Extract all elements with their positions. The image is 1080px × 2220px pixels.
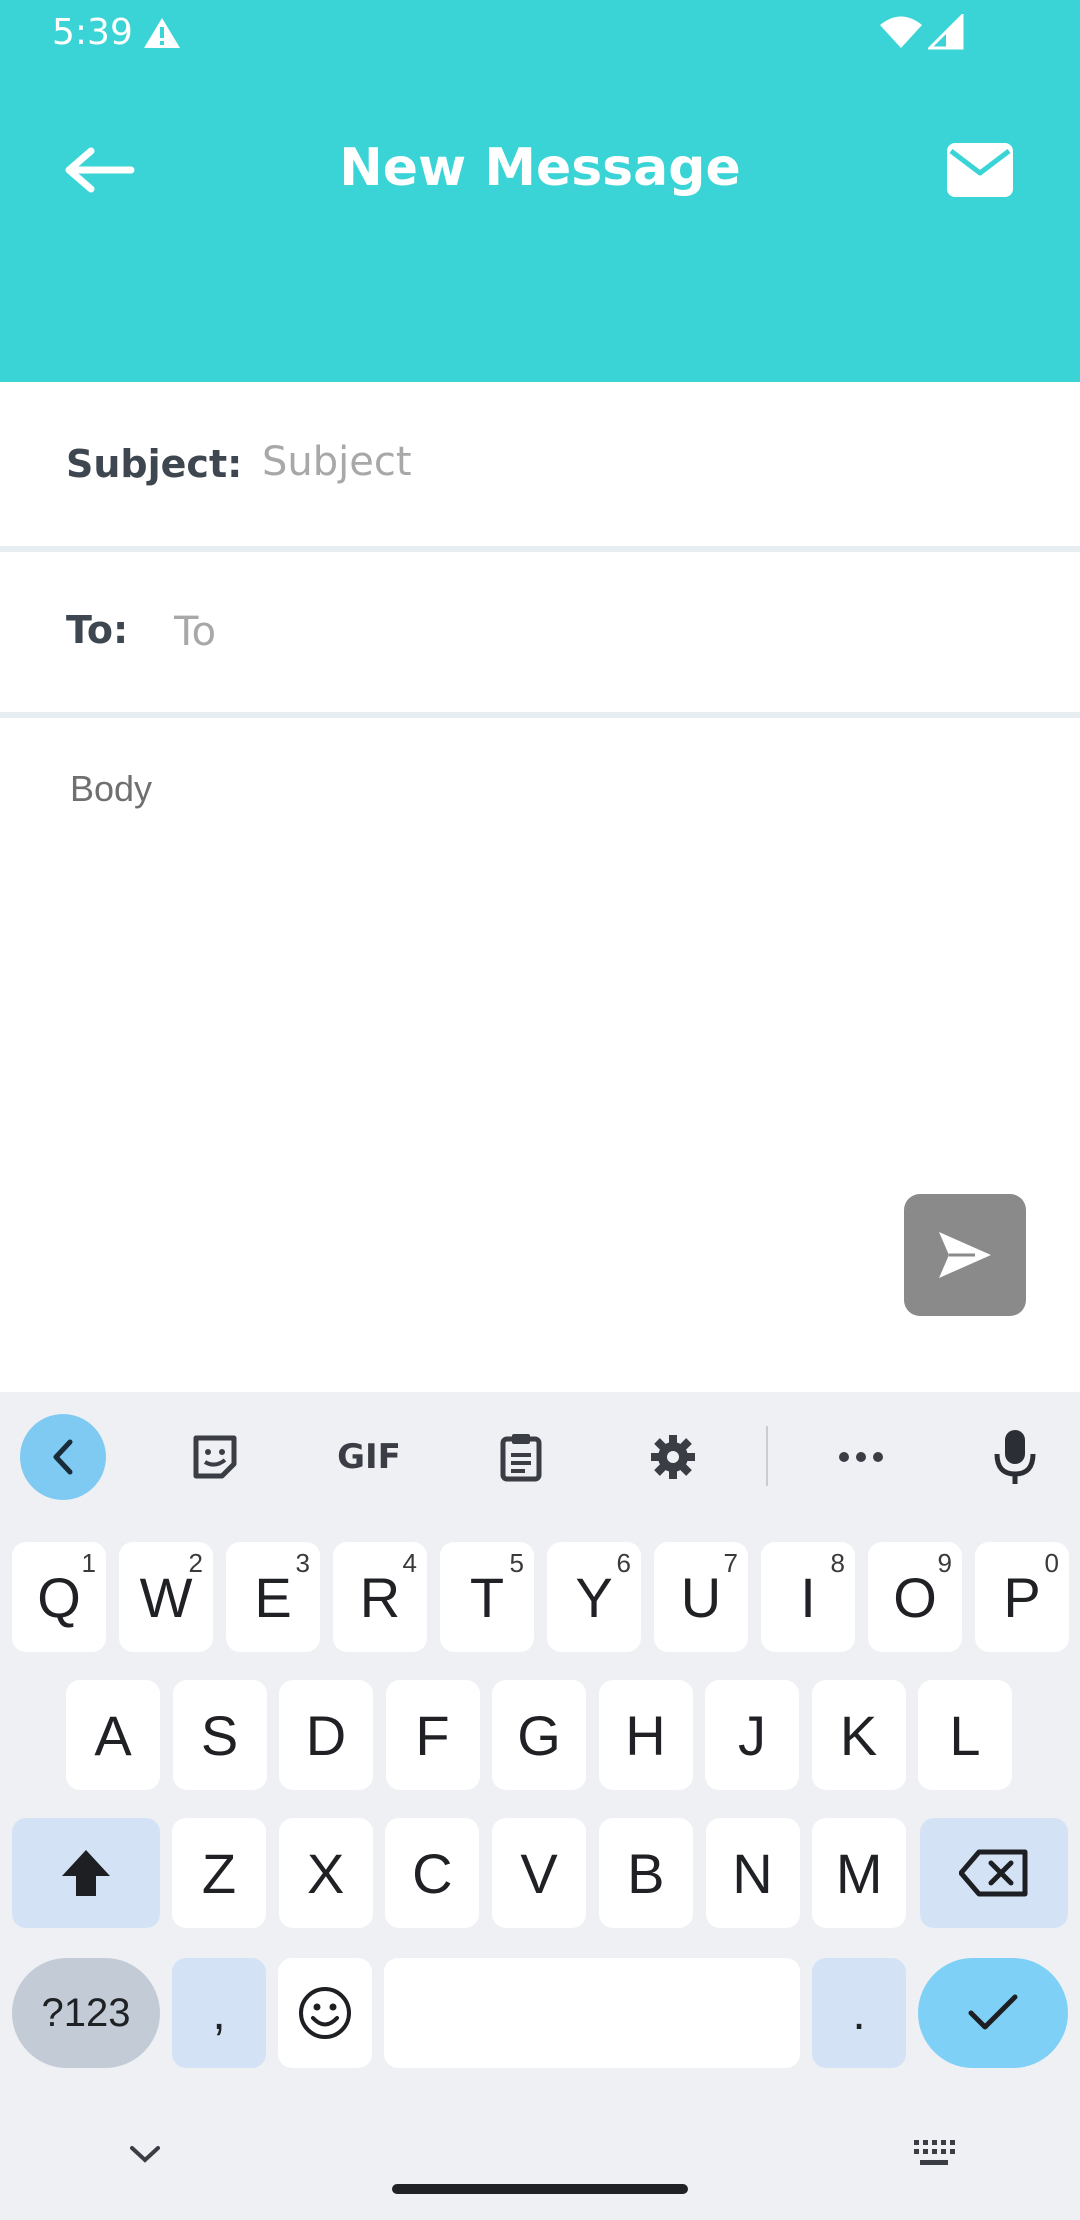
microphone-icon — [994, 1430, 1036, 1484]
key-z[interactable]: Z — [172, 1818, 266, 1928]
key-e[interactable]: E3 — [226, 1542, 320, 1652]
key-hint: 4 — [402, 1548, 417, 1578]
subject-input[interactable] — [262, 432, 1042, 492]
key-hint: 3 — [295, 1548, 310, 1578]
subject-label: Subject: — [66, 442, 243, 486]
subject-row: Subject: — [0, 382, 1080, 546]
key-hint: 8 — [830, 1548, 845, 1578]
key-h[interactable]: H — [598, 1680, 693, 1790]
to-input[interactable] — [174, 602, 1034, 662]
signal-icon — [928, 14, 964, 50]
key-c[interactable]: C — [385, 1818, 480, 1928]
screen: 5:39 New Message Subject: Subject To: To… — [0, 0, 1080, 2220]
keyboard: G I F Q 1 W 2 E 3 R 4 T 5 Y 6 U 7 I 8 O 9 … — [0, 1392, 1080, 2220]
key-label: O — [893, 1565, 937, 1629]
keyboard-switch-icon[interactable] — [912, 2138, 956, 2168]
sticker-icon — [193, 1435, 237, 1479]
settings-button[interactable] — [630, 1414, 716, 1500]
comma-key[interactable]: , — [172, 1958, 266, 2068]
key-p[interactable]: P0 — [975, 1542, 1069, 1652]
key-r[interactable]: R4 — [333, 1542, 427, 1652]
key-n[interactable]: N — [705, 1818, 800, 1928]
key-o[interactable]: O9 — [868, 1542, 962, 1652]
emoji-key[interactable] — [278, 1958, 372, 2068]
shift-key[interactable] — [12, 1818, 160, 1928]
warning-icon — [144, 18, 180, 48]
key-v[interactable]: V — [492, 1818, 587, 1928]
backspace-icon — [959, 1849, 1028, 1897]
key-hint: 0 — [1044, 1548, 1059, 1578]
emoji-icon — [299, 1987, 351, 2039]
enter-key[interactable] — [918, 1958, 1068, 2068]
key-label: P — [1003, 1565, 1041, 1629]
key-label: U — [680, 1565, 722, 1629]
key-x[interactable]: X — [278, 1818, 373, 1928]
shift-icon — [62, 1850, 110, 1896]
key-hint: 6 — [616, 1548, 631, 1578]
symbols-key[interactable]: ?123 — [12, 1958, 160, 2068]
to-label: To: — [66, 608, 129, 652]
key-label: W — [139, 1565, 193, 1629]
key-j[interactable]: J — [705, 1680, 799, 1790]
sticker-button[interactable] — [172, 1414, 258, 1500]
status-time: 5:39 — [52, 12, 133, 53]
send-button[interactable] — [904, 1194, 1026, 1316]
microphone-button[interactable] — [972, 1414, 1058, 1500]
page-title: New Message — [339, 138, 741, 198]
chevron-left-icon — [53, 1439, 73, 1475]
key-label: Y — [575, 1565, 613, 1629]
key-t[interactable]: T5 — [440, 1542, 534, 1652]
key-label: E — [254, 1565, 292, 1629]
key-g[interactable]: G — [492, 1680, 586, 1790]
gif-button[interactable]: GIF — [324, 1414, 414, 1500]
divider — [0, 712, 1080, 718]
clipboard-icon — [500, 1434, 542, 1482]
key-hint: 1 — [81, 1548, 96, 1578]
clipboard-button[interactable] — [478, 1414, 564, 1500]
to-row: To: — [0, 552, 1080, 712]
keyboard-collapse-button[interactable] — [20, 1414, 106, 1500]
key-hint: 2 — [188, 1548, 203, 1578]
key-hint: 7 — [723, 1548, 738, 1578]
more-button[interactable] — [818, 1414, 904, 1500]
key-i[interactable]: I8 — [761, 1542, 855, 1652]
space-key[interactable] — [384, 1958, 800, 2068]
mail-icon — [947, 143, 1013, 197]
chevron-down-icon[interactable] — [128, 2144, 162, 2164]
key-d[interactable]: D — [279, 1680, 373, 1790]
key-label: T — [469, 1565, 505, 1629]
key-u[interactable]: U7 — [654, 1542, 748, 1652]
key-k[interactable]: K — [811, 1680, 906, 1790]
key-q[interactable]: Q1 — [12, 1542, 106, 1652]
key-label: R — [359, 1565, 401, 1629]
key-s[interactable]: S — [172, 1680, 267, 1790]
key-hint: 9 — [937, 1548, 952, 1578]
backspace-key[interactable] — [920, 1818, 1068, 1928]
key-hint: 5 — [509, 1548, 524, 1578]
key-label: Q — [37, 1565, 81, 1629]
key-y[interactable]: Y6 — [547, 1542, 641, 1652]
key-w[interactable]: W2 — [119, 1542, 213, 1652]
send-icon — [939, 1232, 991, 1278]
more-icon — [839, 1452, 883, 1462]
wifi-icon — [880, 16, 922, 48]
gear-icon — [651, 1435, 695, 1479]
key-label: I — [800, 1565, 816, 1629]
home-indicator[interactable] — [392, 2184, 688, 2194]
gif-label: GIF — [337, 1437, 401, 1477]
mail-button[interactable] — [938, 130, 1022, 210]
body-input[interactable] — [70, 768, 1010, 1348]
key-b[interactable]: B — [598, 1818, 693, 1928]
app-header: 5:39 New Message — [0, 0, 1080, 382]
key-l[interactable]: L — [918, 1680, 1012, 1790]
key-m[interactable]: M — [812, 1818, 907, 1928]
key-a[interactable]: A — [66, 1680, 160, 1790]
checkmark-icon — [968, 1994, 1018, 2030]
key-f[interactable]: F — [385, 1680, 480, 1790]
period-key[interactable]: . — [812, 1958, 906, 2068]
toolbar-separator — [766, 1426, 768, 1486]
